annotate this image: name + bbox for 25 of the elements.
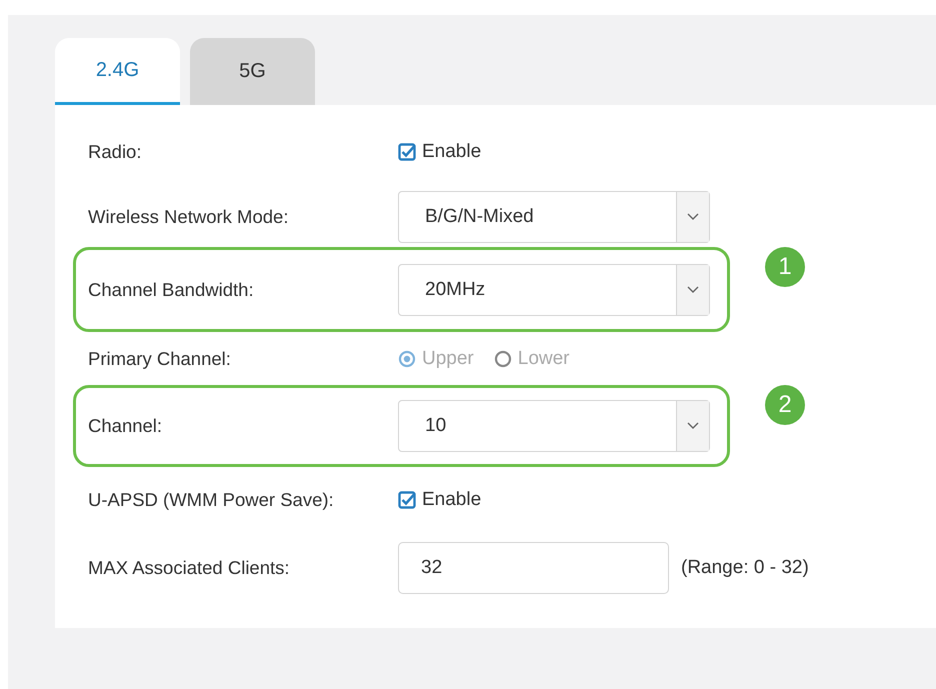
field-label: Channel Bandwidth:: [88, 278, 255, 300]
checkbox-label: Enable: [422, 141, 482, 163]
callout-badge: 2: [765, 385, 805, 425]
field-label: Channel:: [88, 415, 164, 437]
field-label: MAX Associated Clients:: [88, 557, 291, 579]
dropdown[interactable]: B/G/N-Mixed: [398, 190, 710, 242]
dropdown[interactable]: 20MHz: [398, 264, 710, 316]
field-label: Radio:: [88, 141, 142, 163]
dropdown[interactable]: 10: [398, 400, 710, 452]
field-label: Wireless Network Mode:: [88, 206, 290, 228]
tab[interactable]: 5G: [190, 38, 315, 105]
checkbox[interactable]: [398, 143, 416, 161]
chevron-down-icon: [687, 422, 699, 430]
radio-label: Upper: [422, 348, 474, 370]
chevron-down-icon: [687, 212, 699, 220]
checkbox[interactable]: [398, 491, 416, 509]
checkbox-label: Enable: [422, 489, 482, 511]
tab[interactable]: 2.4G: [55, 38, 180, 105]
chevron-down-icon: [687, 286, 699, 294]
field-label: U-APSD (WMM Power Save):: [88, 489, 335, 511]
field-label: Primary Channel:: [88, 348, 232, 370]
input-field[interactable]: 32: [398, 542, 669, 594]
callout-badge: 1: [765, 247, 805, 287]
range-hint: (Range: 0 - 32): [681, 557, 809, 579]
radio-label: Lower: [518, 348, 570, 370]
